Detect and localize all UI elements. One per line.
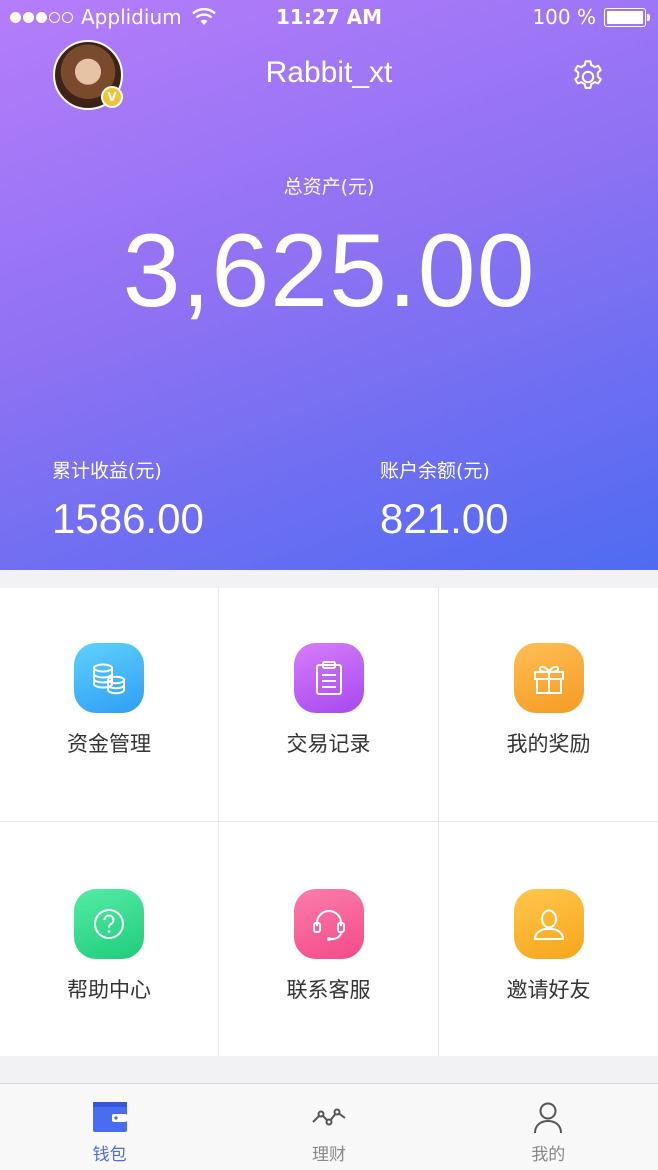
tab-wallet[interactable]: 钱包 (0, 1084, 219, 1170)
tab-finance[interactable]: 理财 (219, 1084, 438, 1170)
bottom-tab-bar: 钱包 理财 我的 (0, 1083, 658, 1170)
status-right: 100 % (532, 5, 650, 29)
coins-icon (93, 663, 125, 695)
menu-icon-bg (513, 889, 584, 959)
chart-line-icon (312, 1108, 346, 1126)
menu-item-invite-friends[interactable]: 邀请好友 (439, 822, 658, 1056)
menu-icon-bg (74, 643, 144, 713)
tab-label: 我的 (531, 1145, 566, 1165)
menu-label: 资金管理 (67, 732, 151, 756)
user-icon (533, 909, 564, 940)
menu-item-help-center[interactable]: 帮助中心 (0, 822, 219, 1056)
menu-item-rewards[interactable]: 我的奖励 (439, 588, 658, 822)
menu-label: 邀请好友 (506, 978, 591, 1002)
wallet-icon (92, 1102, 127, 1132)
menu-item-transactions[interactable]: 交易记录 (219, 588, 439, 822)
gift-icon (533, 665, 564, 694)
headset-icon (312, 910, 345, 941)
menu-icon-bg (74, 889, 144, 959)
menu-icon-bg (293, 643, 364, 713)
tab-label: 理财 (311, 1145, 346, 1165)
earnings-value: 1586.00 (52, 495, 204, 542)
menu-label: 交易记录 (286, 732, 371, 756)
help-icon (94, 909, 124, 939)
total-assets-label: 总资产(元) (283, 176, 375, 198)
tab-mine[interactable]: 我的 (439, 1084, 658, 1170)
balance-block: 账户余额(元) 821.00 (380, 456, 508, 543)
balance-value: 821.00 (380, 495, 509, 542)
battery-icon (604, 7, 650, 27)
asset-header: Applidium 11:27 AM 100 % V Rabbit_xt 总资产… (0, 0, 658, 570)
person-icon (534, 1102, 563, 1134)
status-bar: Applidium 11:27 AM 100 % (0, 0, 658, 34)
battery-percent: 100 % (532, 5, 596, 29)
total-assets-value: 3,625.00 (122, 213, 536, 329)
tab-label: 钱包 (92, 1145, 127, 1165)
menu-item-customer-service[interactable]: 联系客服 (219, 822, 439, 1056)
earnings-block: 累计收益(元) 1586.00 (52, 456, 204, 543)
clipboard-icon (315, 661, 342, 695)
menu-icon-bg (513, 643, 584, 713)
menu-label: 我的奖励 (506, 732, 591, 756)
menu-label: 联系客服 (286, 978, 371, 1002)
menu-item-fund-management[interactable]: 资金管理 (0, 588, 219, 822)
menu-icon-bg (293, 889, 364, 959)
feature-grid: 资金管理 交易记录 我的奖励 帮助中心 联系客服 邀请好友 (0, 588, 658, 1056)
earnings-label: 累计收益(元) (52, 460, 162, 482)
username: Rabbit_xt (265, 56, 393, 89)
balance-label: 账户余额(元) (380, 460, 490, 482)
gear-icon[interactable] (569, 58, 607, 96)
menu-label: 帮助中心 (67, 978, 151, 1002)
